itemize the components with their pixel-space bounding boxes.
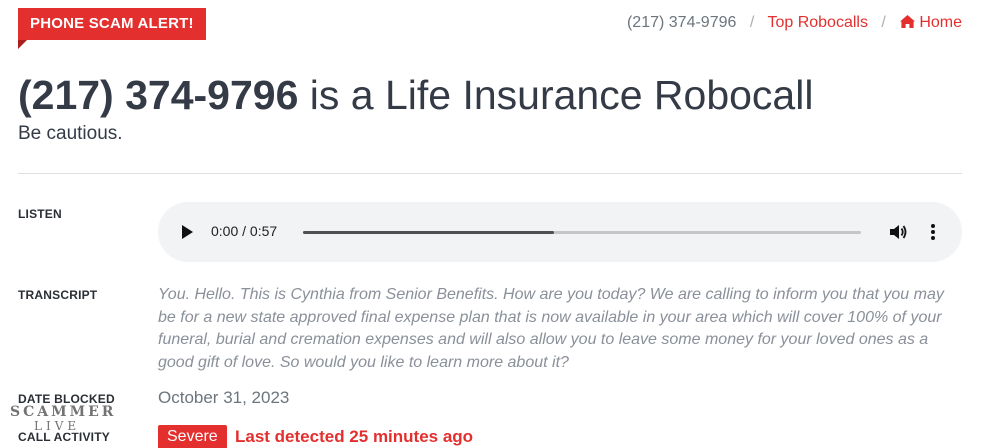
home-icon (899, 14, 916, 35)
phone-scam-alert-badge: PHONE SCAM ALERT! (18, 8, 206, 40)
audio-progress-fill (303, 231, 555, 234)
severity-badge: Severe (158, 425, 227, 448)
volume-icon[interactable] (888, 222, 908, 247)
more-options-icon[interactable] (928, 222, 938, 247)
last-detected-text: Last detected 25 minutes ago (235, 427, 474, 446)
breadcrumb-top-robocalls-link[interactable]: Top Robocalls (767, 14, 868, 31)
breadcrumb-home-link[interactable]: Home (899, 14, 962, 31)
breadcrumb-current: (217) 374-9796 (626, 14, 737, 31)
audio-progress-slider[interactable] (303, 231, 861, 234)
listen-label: LISTEN (18, 207, 62, 221)
breadcrumb-home-label: Home (919, 14, 962, 31)
divider (18, 173, 962, 174)
phone-number: (217) 374-9796 (18, 72, 299, 118)
breadcrumb: (217) 374-9796 / Top Robocalls / Home (627, 13, 962, 35)
transcript-label: TRANSCRIPT (18, 288, 98, 302)
date-blocked-label: DATE BLOCKED (18, 392, 115, 406)
title-classification: is a Life Insurance Robocall (298, 72, 814, 118)
watermark-line-1: SCAMMER (10, 404, 117, 420)
page: PHONE SCAM ALERT! (217) 374-9796 / Top R… (0, 0, 990, 448)
transcript-text: You. Hello. This is Cynthia from Senior … (158, 286, 944, 371)
page-subtitle: Be cautious. (18, 123, 123, 144)
audio-player[interactable]: 0:00 / 0:57 (158, 202, 962, 262)
breadcrumb-separator: / (749, 14, 755, 31)
badge-ribbon-fold (18, 40, 27, 49)
breadcrumb-separator: / (881, 14, 886, 31)
page-title: (217) 374-9796 is a Life Insurance Roboc… (18, 70, 813, 120)
call-activity-label: CALL ACTIVITY (18, 430, 110, 444)
date-blocked-value: October 31, 2023 (158, 388, 290, 407)
audio-time: 0:00 / 0:57 (211, 223, 278, 239)
play-button[interactable] (182, 225, 193, 239)
